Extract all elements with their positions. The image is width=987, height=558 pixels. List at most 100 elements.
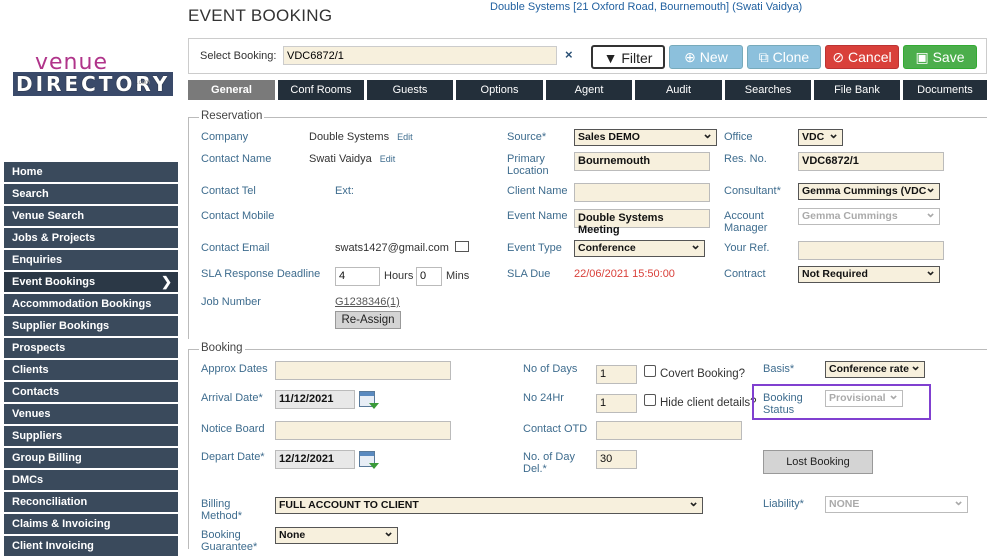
sidebar-item-event-bookings[interactable]: Event Bookings ❯ <box>4 272 178 292</box>
booking-guarantee-select[interactable]: None <box>275 524 398 544</box>
primary-location-input[interactable]: Bournemouth <box>574 152 710 171</box>
sidebar-item-enquiries[interactable]: Enquiries <box>4 250 178 270</box>
tab-file-bank[interactable]: File Bank <box>814 80 900 100</box>
sla-hours-input[interactable]: 4 <box>335 267 380 286</box>
event-type-select[interactable]: Conference <box>574 237 705 257</box>
sidebar-item-clients[interactable]: Clients <box>4 360 178 380</box>
sidebar-item-label: Home <box>12 166 43 178</box>
sidebar-item-label: Event Bookings <box>12 276 96 288</box>
ext-label: Ext: <box>335 185 354 197</box>
client-name-label: Client Name <box>507 185 568 197</box>
cancel-label: Cancel <box>848 49 892 65</box>
office-select[interactable]: VDC <box>798 126 843 146</box>
sidebar-item-label: Search <box>12 188 49 200</box>
sidebar-item-jobs-projects[interactable]: Jobs & Projects <box>4 228 178 248</box>
select-booking-bar: Select Booking: × ▼ Filter ⊕ New ⧉ Clone… <box>188 38 987 74</box>
envelope-icon[interactable] <box>455 241 469 252</box>
organisation-link[interactable]: Double Systems [21 Oxford Road, Bournemo… <box>490 1 802 13</box>
hide-client-checkbox[interactable] <box>644 394 656 406</box>
source-label: Source* <box>507 131 547 143</box>
billing-method-label: Billing Method* <box>201 498 242 522</box>
notice-board-input[interactable] <box>275 421 451 440</box>
sidebar-item-label: Client Invoicing <box>12 540 94 552</box>
covert-booking-checkbox[interactable] <box>644 365 656 377</box>
contact-name-text: Swati Vaidya <box>309 153 372 165</box>
company-text: Double Systems <box>309 131 390 143</box>
filter-button[interactable]: ▼ Filter <box>591 45 665 69</box>
your-ref-input[interactable] <box>798 241 944 260</box>
liability-select[interactable]: NONE <box>825 493 968 513</box>
arrival-date-input[interactable]: 11/12/2021 <box>275 390 355 409</box>
tab-audit[interactable]: Audit <box>635 80 722 100</box>
contract-select[interactable]: Not Required <box>798 263 940 283</box>
res-no-input[interactable]: VDC6872/1 <box>798 152 944 171</box>
sidebar-item-accommodation-bookings[interactable]: Accommodation Bookings <box>4 294 178 314</box>
day-delegates-input[interactable]: 30 <box>596 450 637 469</box>
sidebar-item-dmcs[interactable]: DMCs <box>4 470 178 490</box>
sidebar-item-prospects[interactable]: Prospects <box>4 338 178 358</box>
booking-status-label: Booking Status <box>763 392 803 416</box>
sidebar-item-group-billing[interactable]: Group Billing <box>4 448 178 468</box>
no-of-days-input[interactable]: 1 <box>596 365 637 384</box>
tab-agent[interactable]: Agent <box>546 80 632 100</box>
contact-edit-link[interactable]: Edit <box>380 154 396 164</box>
source-select[interactable]: Sales DEMO <box>574 126 717 146</box>
clear-icon[interactable]: × <box>565 47 573 62</box>
tab-guests[interactable]: Guests <box>367 80 453 100</box>
sidebar-item-reconciliation[interactable]: Reconciliation <box>4 492 178 512</box>
tab-conf-rooms[interactable]: Conf Rooms <box>278 80 364 100</box>
tab-bar: General Conf Rooms Guests Options Agent Audit… <box>188 80 987 100</box>
day-delegates-label: No. of Day Del.* <box>523 451 575 475</box>
no-24hr-input[interactable]: 1 <box>596 394 637 413</box>
office-label: Office <box>724 131 753 143</box>
sidebar-item-claims-invoicing[interactable]: Claims & Invoicing <box>4 514 178 534</box>
sidebar-item-suppliers[interactable]: Suppliers <box>4 426 178 446</box>
tab-options[interactable]: Options <box>456 80 543 100</box>
billing-method-select[interactable]: FULL ACCOUNT TO CLIENT <box>275 494 703 514</box>
liability-label: Liability* <box>763 498 804 510</box>
depart-date-input[interactable]: 12/12/2021 <box>275 450 355 469</box>
sidebar-item-venue-search[interactable]: Venue Search <box>4 206 178 226</box>
clone-button[interactable]: ⧉ Clone <box>747 45 821 69</box>
contact-email-label: Contact Email <box>201 242 270 254</box>
arrival-calendar-icon[interactable] <box>359 391 379 409</box>
client-name-input[interactable] <box>574 183 710 202</box>
save-label: Save <box>932 49 965 65</box>
reassign-button[interactable]: Re-Assign <box>335 311 401 329</box>
booking-status-select[interactable]: Provisional <box>825 387 903 407</box>
select-booking-input[interactable] <box>283 46 557 65</box>
venue-directory-logo[interactable]: venue DIRECTORY .com <box>10 50 174 100</box>
cancel-button[interactable]: ⊘ Cancel <box>825 45 899 69</box>
consultant-select[interactable]: Gemma Cummings (VDC <box>798 180 940 200</box>
depart-calendar-icon[interactable] <box>359 451 379 469</box>
sidebar-item-contacts[interactable]: Contacts <box>4 382 178 402</box>
account-manager-select[interactable]: Gemma Cummings <box>798 205 940 225</box>
tab-searches[interactable]: Searches <box>725 80 811 100</box>
sidebar-item-label: Venues <box>12 408 51 420</box>
contact-otd-input[interactable] <box>596 421 742 440</box>
sidebar-item-home[interactable]: Home <box>4 162 178 182</box>
tab-general[interactable]: General <box>188 80 275 100</box>
sidebar-item-label: Enquiries <box>12 254 63 266</box>
contract-label: Contract <box>724 268 766 280</box>
basis-select[interactable]: Conference rate <box>825 358 925 378</box>
new-button[interactable]: ⊕ New <box>669 45 743 69</box>
lost-booking-button[interactable]: Lost Booking <box>763 450 873 474</box>
sidebar-item-search[interactable]: Search <box>4 184 178 204</box>
approx-dates-input[interactable] <box>275 361 451 380</box>
hide-client-label: Hide client details? <box>660 397 757 409</box>
sidebar-nav: Home Search Venue Search Jobs & Projects Enq… <box>4 162 178 558</box>
sidebar-item-client-invoicing[interactable]: Client Invoicing <box>4 536 178 556</box>
sla-mins-input[interactable]: 0 <box>416 267 442 286</box>
job-number-link[interactable]: G1238346(1) <box>335 296 400 308</box>
event-name-input[interactable]: Double Systems Meeting <box>574 209 710 236</box>
no-24hr-label: No 24Hr <box>523 392 564 404</box>
tab-documents[interactable]: Documents <box>903 80 987 100</box>
sidebar-item-venues[interactable]: Venues <box>4 404 178 424</box>
notice-board-label: Notice Board <box>201 423 265 435</box>
contact-name-value: Swati Vaidya Edit <box>309 153 395 165</box>
page-title: EVENT BOOKING <box>188 6 333 25</box>
sidebar-item-supplier-bookings[interactable]: Supplier Bookings <box>4 316 178 336</box>
save-button[interactable]: ▣ Save <box>903 45 977 69</box>
company-edit-link[interactable]: Edit <box>397 132 413 142</box>
